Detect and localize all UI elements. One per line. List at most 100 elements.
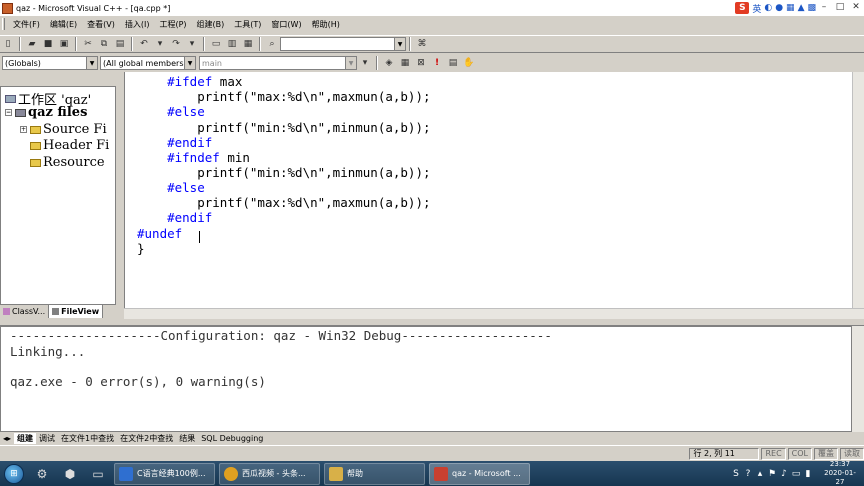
menu-edit[interactable]: 编辑(E) [45, 19, 82, 30]
compile-icon[interactable]: ◈ [382, 56, 396, 70]
taskbar: ⊞ ⚙ ⬢ ▭ C语言经典100例... 西瓜视频 - 头条... 帮助 qaz… [0, 460, 864, 486]
redo-icon[interactable]: ↷ [169, 37, 183, 51]
network-icon[interactable]: ▴ [754, 469, 766, 479]
start-button[interactable]: ⊞ [0, 462, 28, 486]
taskbar-item-help[interactable]: 帮助 [324, 462, 425, 485]
new-file-icon[interactable]: ▯ [1, 37, 15, 51]
moon-icon[interactable]: ◐ [764, 3, 772, 13]
ime-toolbar[interactable]: S 英 ◐ ● ▦ ▲ ▩ [735, 1, 816, 15]
ime-tray-icon[interactable]: S [730, 469, 742, 479]
chevron-down-icon[interactable]: ▼ [184, 57, 195, 69]
save-icon[interactable]: ■ [41, 37, 55, 51]
undo-dropdown-icon[interactable]: ▾ [153, 37, 167, 51]
display-icon[interactable]: ▭ [790, 469, 802, 479]
save-all-icon[interactable]: ▣ [57, 37, 71, 51]
tab-find-in-files-1[interactable]: 在文件1中查找 [58, 433, 117, 444]
minimize-button[interactable]: – [816, 0, 832, 14]
menu-file[interactable]: 文件(F) [8, 19, 45, 30]
status-rec: REC [761, 447, 786, 460]
folder-resource-files[interactable]: Resource [30, 155, 105, 170]
taskbar-item-label: 帮助 [347, 469, 363, 478]
menu-project[interactable]: 工程(P) [154, 19, 191, 30]
chevron-down-icon[interactable]: ▼ [86, 57, 97, 69]
breakpoint-hand-icon[interactable]: ✋ [462, 56, 476, 70]
terminal-icon[interactable]: ▭ [85, 463, 111, 485]
output-vertical-scrollbar[interactable] [852, 326, 864, 432]
output-panel[interactable]: --------------------Configuration: qaz -… [0, 326, 852, 432]
function-combo[interactable]: main ▼ [199, 56, 357, 70]
menu-insert[interactable]: 插入(I) [120, 19, 155, 30]
code-editor[interactable]: #ifdef max printf("max:%d\n",maxmun(a,b)… [124, 72, 864, 318]
clock[interactable]: 23:37 2020-01-27 [820, 460, 860, 486]
shirt-icon[interactable]: ▲ [798, 3, 805, 13]
help-tray-icon[interactable]: ? [742, 469, 754, 479]
menu-grip[interactable] [2, 18, 5, 30]
output-icon[interactable]: ▥ [225, 37, 239, 51]
editor-vertical-scrollbar[interactable] [852, 72, 864, 318]
tab-results[interactable]: 结果 [176, 433, 198, 444]
mic-icon[interactable]: ● [775, 3, 783, 13]
battery-icon[interactable]: ▮ [802, 469, 814, 479]
undo-icon[interactable]: ↶ [137, 37, 151, 51]
menu-view[interactable]: 查看(V) [82, 19, 120, 30]
taskbar-item-xigua[interactable]: 西瓜视频 - 头条... [219, 462, 320, 485]
editor-horizontal-scrollbar[interactable] [124, 308, 864, 319]
window-list-icon[interactable]: ▦ [241, 37, 255, 51]
tab-build[interactable]: 组建 [14, 432, 37, 444]
tab-scroll-left-icon[interactable]: ◂▸ [0, 434, 14, 443]
sogou-logo-icon[interactable]: S [735, 2, 750, 14]
find-combo[interactable]: ▼ [280, 37, 406, 51]
copy-icon[interactable]: ⧉ [97, 37, 111, 51]
execute-icon[interactable]: ! [430, 56, 444, 70]
tab-find-in-files-2[interactable]: 在文件2中查找 [117, 433, 176, 444]
chevron-down-icon[interactable]: ▼ [345, 57, 356, 69]
maximize-button[interactable]: □ [832, 0, 848, 14]
visual-cpp-icon [434, 466, 448, 481]
workspace-panel: 工作区 'qaz' − qaz files + Source Fi Header… [0, 86, 116, 318]
close-button[interactable]: ✕ [848, 0, 864, 14]
menu-window[interactable]: 窗口(W) [266, 19, 306, 30]
collapse-icon[interactable]: − [5, 109, 12, 116]
taskbar-item-vc[interactable]: qaz - Microsoft ... [429, 462, 530, 485]
binoculars-icon[interactable]: ⌘ [415, 37, 429, 51]
build-icon[interactable]: ▦ [398, 56, 412, 70]
wizard-action-dropdown-icon[interactable]: ▾ [358, 56, 372, 70]
tab-debug[interactable]: 调试 [36, 433, 58, 444]
paste-icon[interactable]: ▤ [113, 37, 127, 51]
code-line: #ifdef max [167, 74, 243, 89]
go-icon[interactable]: ▤ [446, 56, 460, 70]
ime-lang-toggle[interactable]: 英 [752, 2, 761, 15]
grid-icon[interactable]: ▩ [807, 3, 816, 13]
menu-tools[interactable]: 工具(T) [229, 19, 266, 30]
settings-gear-icon[interactable]: ⚙ [29, 463, 55, 485]
find-in-files-icon[interactable]: ⌕ [265, 37, 279, 51]
menu-build[interactable]: 组建(B) [192, 19, 230, 30]
menu-help[interactable]: 帮助(H) [307, 19, 345, 30]
flag-icon[interactable]: ⚑ [766, 469, 778, 479]
code-line: printf("min:%d\n",minmun(a,b)); [197, 165, 431, 180]
tab-fileview[interactable]: FileView [49, 305, 104, 318]
function-combo-value: main [202, 58, 222, 68]
taskbar-item-c-examples[interactable]: C语言经典100例... [114, 462, 215, 485]
keyboard-icon[interactable]: ▦ [786, 3, 795, 13]
folder-source-files[interactable]: + Source Fi [20, 122, 107, 137]
tab-classview[interactable]: ClassV... [0, 305, 50, 318]
globals-combo[interactable]: (Globals) ▼ [2, 56, 98, 70]
workspace-icon[interactable]: ▭ [209, 37, 223, 51]
tab-sql-debugging[interactable]: SQL Debugging [198, 434, 266, 443]
redo-dropdown-icon[interactable]: ▾ [185, 37, 199, 51]
stop-build-icon[interactable]: ⊠ [414, 56, 428, 70]
volume-icon[interactable]: ♪ [778, 469, 790, 479]
tab-label: FileView [61, 307, 100, 316]
folder-header-files[interactable]: Header Fi [30, 138, 109, 153]
cut-icon[interactable]: ✂ [81, 37, 95, 51]
open-folder-icon[interactable]: ▰ [25, 37, 39, 51]
project-node[interactable]: − qaz files [5, 105, 87, 120]
members-combo[interactable]: (All global members ▼ [100, 56, 196, 70]
chevron-down-icon[interactable]: ▼ [394, 38, 405, 50]
taskbar-item-label: C语言经典100例... [137, 469, 206, 478]
nox-app-icon[interactable]: ⬢ [57, 463, 83, 485]
expand-icon[interactable]: + [20, 126, 27, 133]
cursor-position: 行 2, 列 11 [689, 447, 760, 460]
code-line: #endif [167, 210, 213, 225]
